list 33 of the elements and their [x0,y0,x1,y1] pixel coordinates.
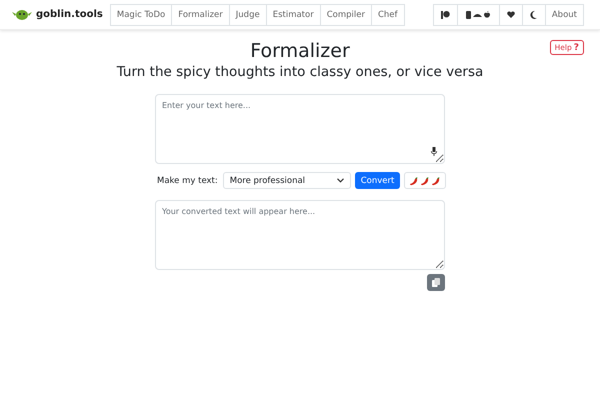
copy-button[interactable] [427,274,445,291]
phone-icon [466,10,472,18]
output-field[interactable]: Your converted text will appear here... [155,200,445,270]
patreon-button[interactable] [432,4,458,26]
dark-mode-button[interactable] [522,4,546,26]
input-field[interactable]: Enter your text here... [155,94,445,164]
apps-button[interactable] [456,4,500,26]
moon-icon [530,10,538,18]
nav-tab[interactable]: Estimator [266,4,321,26]
chevron-down-icon [336,178,344,183]
microphone-icon[interactable] [431,147,437,156]
chili-pepper-icon [409,176,420,186]
nav-tab[interactable]: Compiler [320,4,372,26]
nav-tab[interactable]: Formalizer [171,4,230,26]
donate-button[interactable] [498,4,523,26]
chili-pepper-icon [431,176,442,186]
nav-tab[interactable]: Chef [370,4,405,26]
apple-icon [484,11,490,18]
nav-tab[interactable]: Judge [228,4,267,26]
page-title: Formalizer [250,40,350,62]
goblin-logo-icon [12,8,32,20]
page-subtitle: Turn the spicy thoughts into classy ones, or vice versa [116,64,484,80]
chili-pepper-icon [420,176,430,186]
convert-button[interactable]: Convert [354,172,400,189]
spiciness-button[interactable] [404,172,446,189]
brand-name[interactable]: goblin.tools [36,9,103,20]
nav-tab[interactable]: Magic ToDo [110,4,172,26]
mode-select[interactable]: More professional [222,172,351,189]
about-button[interactable]: About [544,4,584,26]
circle-bar-icon [440,10,450,18]
mode-label: Make my text: [157,176,218,186]
copy-icon [432,278,440,287]
heart-icon [506,11,515,18]
